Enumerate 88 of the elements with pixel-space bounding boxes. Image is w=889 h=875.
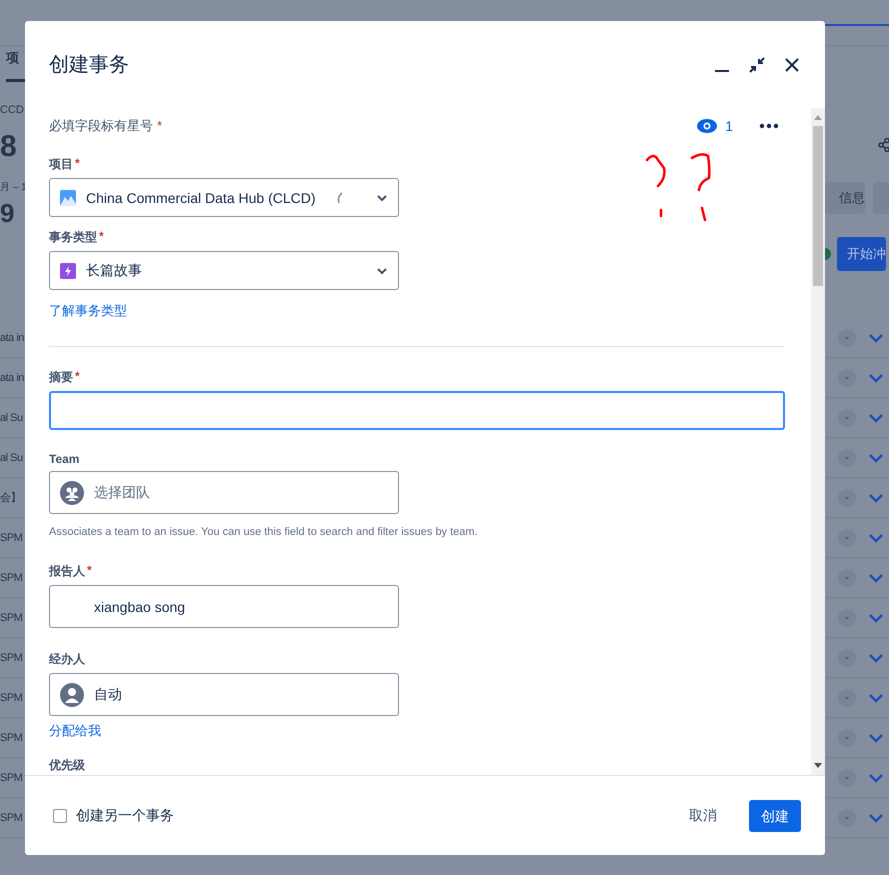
field-label: 经办人 <box>49 651 85 668</box>
row-title: SPM <box>0 692 24 704</box>
field-label: 事务类型 <box>49 229 97 246</box>
required-mark: * <box>75 369 80 385</box>
row-title: SPM <box>0 812 24 824</box>
select-field[interactable]: 长篇故事 <box>49 251 399 290</box>
watcher-count[interactable]: 1 <box>725 118 733 134</box>
create-button[interactable]: 创建 <box>749 800 801 832</box>
status-badge: - <box>838 648 856 666</box>
big-number: 8 <box>0 130 18 164</box>
summary-input[interactable] <box>49 391 785 430</box>
more-icon[interactable] <box>759 123 779 129</box>
status-badge: - <box>838 448 856 466</box>
status-badge: - <box>838 728 856 746</box>
chevron-down-icon[interactable] <box>868 572 884 582</box>
lightning-icon <box>60 262 76 278</box>
scrollbar-thumb[interactable] <box>813 126 823 286</box>
select-field[interactable]: China Commercial Data Hub (CLCD) <box>49 178 399 217</box>
status-badge: - <box>838 568 856 586</box>
start-button[interactable]: 开始冲 <box>837 237 886 271</box>
chevron-down-icon[interactable] <box>868 612 884 622</box>
row-title: SPM <box>0 612 24 624</box>
close-icon[interactable] <box>783 56 801 74</box>
status-badge: - <box>838 368 856 386</box>
field-label: 报告人 <box>49 563 85 580</box>
field-label: Team <box>49 452 80 466</box>
required-mark: * <box>157 118 162 133</box>
status-badge: - <box>838 688 856 706</box>
chevron-down-icon[interactable] <box>868 452 884 462</box>
row-title: al Su <box>0 452 24 464</box>
spinner-icon <box>336 192 344 204</box>
status-badge: - <box>838 328 856 346</box>
required-mark: * <box>75 156 80 172</box>
row-title: 会】 <box>0 490 22 505</box>
dialog-title: 创建事务 <box>49 53 130 78</box>
row-title: SPM <box>0 772 24 784</box>
required-mark: * <box>87 563 92 579</box>
chevron-down-icon[interactable] <box>868 812 884 822</box>
row-title: ata in <box>0 372 25 384</box>
helper-text: Associates a team to an issue. You can use this field to search and filter issues by team. <box>49 526 479 538</box>
chevron-down-icon[interactable] <box>868 532 884 542</box>
scroll-up-icon[interactable] <box>814 114 822 120</box>
big-number: 9 <box>0 198 16 229</box>
chevron-down-icon[interactable] <box>868 772 884 782</box>
field-link[interactable]: 分配给我 <box>49 722 101 740</box>
picker-field[interactable]: 选择团队 <box>49 471 399 514</box>
collapse-icon[interactable] <box>748 56 766 74</box>
chevron-down-icon[interactable] <box>868 692 884 702</box>
row-title: al Su <box>0 412 24 424</box>
chevron-down-icon <box>376 266 388 274</box>
row-title: SPM <box>0 652 24 664</box>
field-label: 项目 <box>49 156 73 173</box>
eye-icon[interactable] <box>697 119 718 133</box>
field-label: 优先级 <box>49 757 85 774</box>
scroll-down-icon[interactable] <box>814 763 822 769</box>
info-button[interactable]: 信息 <box>825 182 865 214</box>
required-note: 必填字段标有星号 <box>49 118 153 133</box>
avatar-icon <box>60 682 84 706</box>
chevron-down-icon <box>376 194 388 202</box>
mountain-icon <box>60 190 76 206</box>
chevron-down-icon[interactable] <box>868 372 884 382</box>
status-badge: - <box>838 768 856 786</box>
status-badge: - <box>838 808 856 826</box>
required-mark: * <box>99 229 104 245</box>
checkbox[interactable] <box>53 808 67 822</box>
chevron-down-icon[interactable] <box>868 412 884 422</box>
status-badge: - <box>838 608 856 626</box>
cancel-button[interactable]: 取消 <box>677 798 729 832</box>
row-title: SPM <box>0 532 24 544</box>
share-icon[interactable] <box>878 138 889 152</box>
chevron-down-icon[interactable] <box>868 492 884 502</box>
chevron-down-icon[interactable] <box>868 732 884 742</box>
field-link[interactable]: 了解事务类型 <box>49 302 127 320</box>
date-range: 月 – 1 <box>0 181 25 194</box>
picker-field[interactable]: 自动 <box>49 673 399 716</box>
status-badge: - <box>838 528 856 546</box>
picker-field[interactable]: xiangbao song <box>49 585 399 628</box>
chevron-down-icon[interactable] <box>868 652 884 662</box>
status-badge: - <box>838 408 856 426</box>
checkbox-label: 创建另一个事务 <box>76 806 175 824</box>
field-label: 摘要 <box>49 369 73 386</box>
row-title: SPM <box>0 572 24 584</box>
project-key: CCD <box>0 104 25 116</box>
team-avatar-icon <box>60 480 84 504</box>
status-badge: - <box>838 488 856 506</box>
row-title: SPM <box>0 732 24 744</box>
chevron-down-icon[interactable] <box>868 332 884 342</box>
row-title: ata in <box>0 332 25 344</box>
